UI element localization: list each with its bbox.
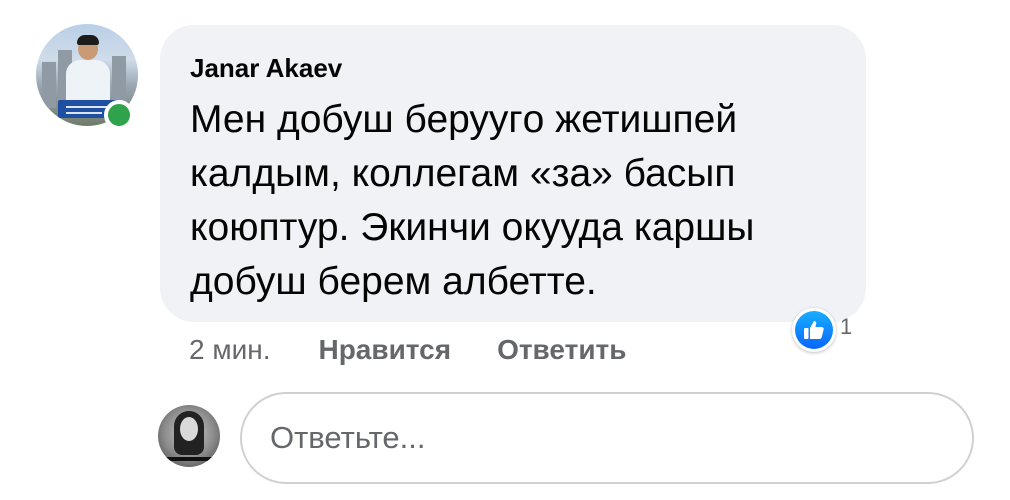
like-icon [792,308,836,352]
avatar-person [180,417,198,441]
avatar-background [42,62,56,108]
comment-author[interactable]: Janar Akaev [190,53,342,84]
comment-text: Мен добуш беруугo жетишпей калдым, колле… [190,98,755,303]
like-button[interactable]: Нравится [318,334,451,366]
avatar-caption [164,457,214,461]
reaction-count: 1 [840,314,853,339]
avatar-person [77,35,99,45]
reaction-summary[interactable]: 1 [792,305,852,355]
reply-input[interactable] [240,392,974,484]
comment-timestamp[interactable]: 2 мин. [189,334,270,366]
comment-thread: Janar Akaev Мен добуш беруугo жетишпей к… [0,0,1010,500]
comment-actions: 2 мин. Нравится Ответить [189,330,672,370]
current-user-avatar[interactable] [158,405,220,467]
reply-button[interactable]: Ответить [497,334,626,366]
online-status-icon [104,100,134,130]
avatar-banner [66,112,102,114]
comment-bubble: Janar Akaev Мен добуш беруугo жетишпей к… [160,25,866,322]
